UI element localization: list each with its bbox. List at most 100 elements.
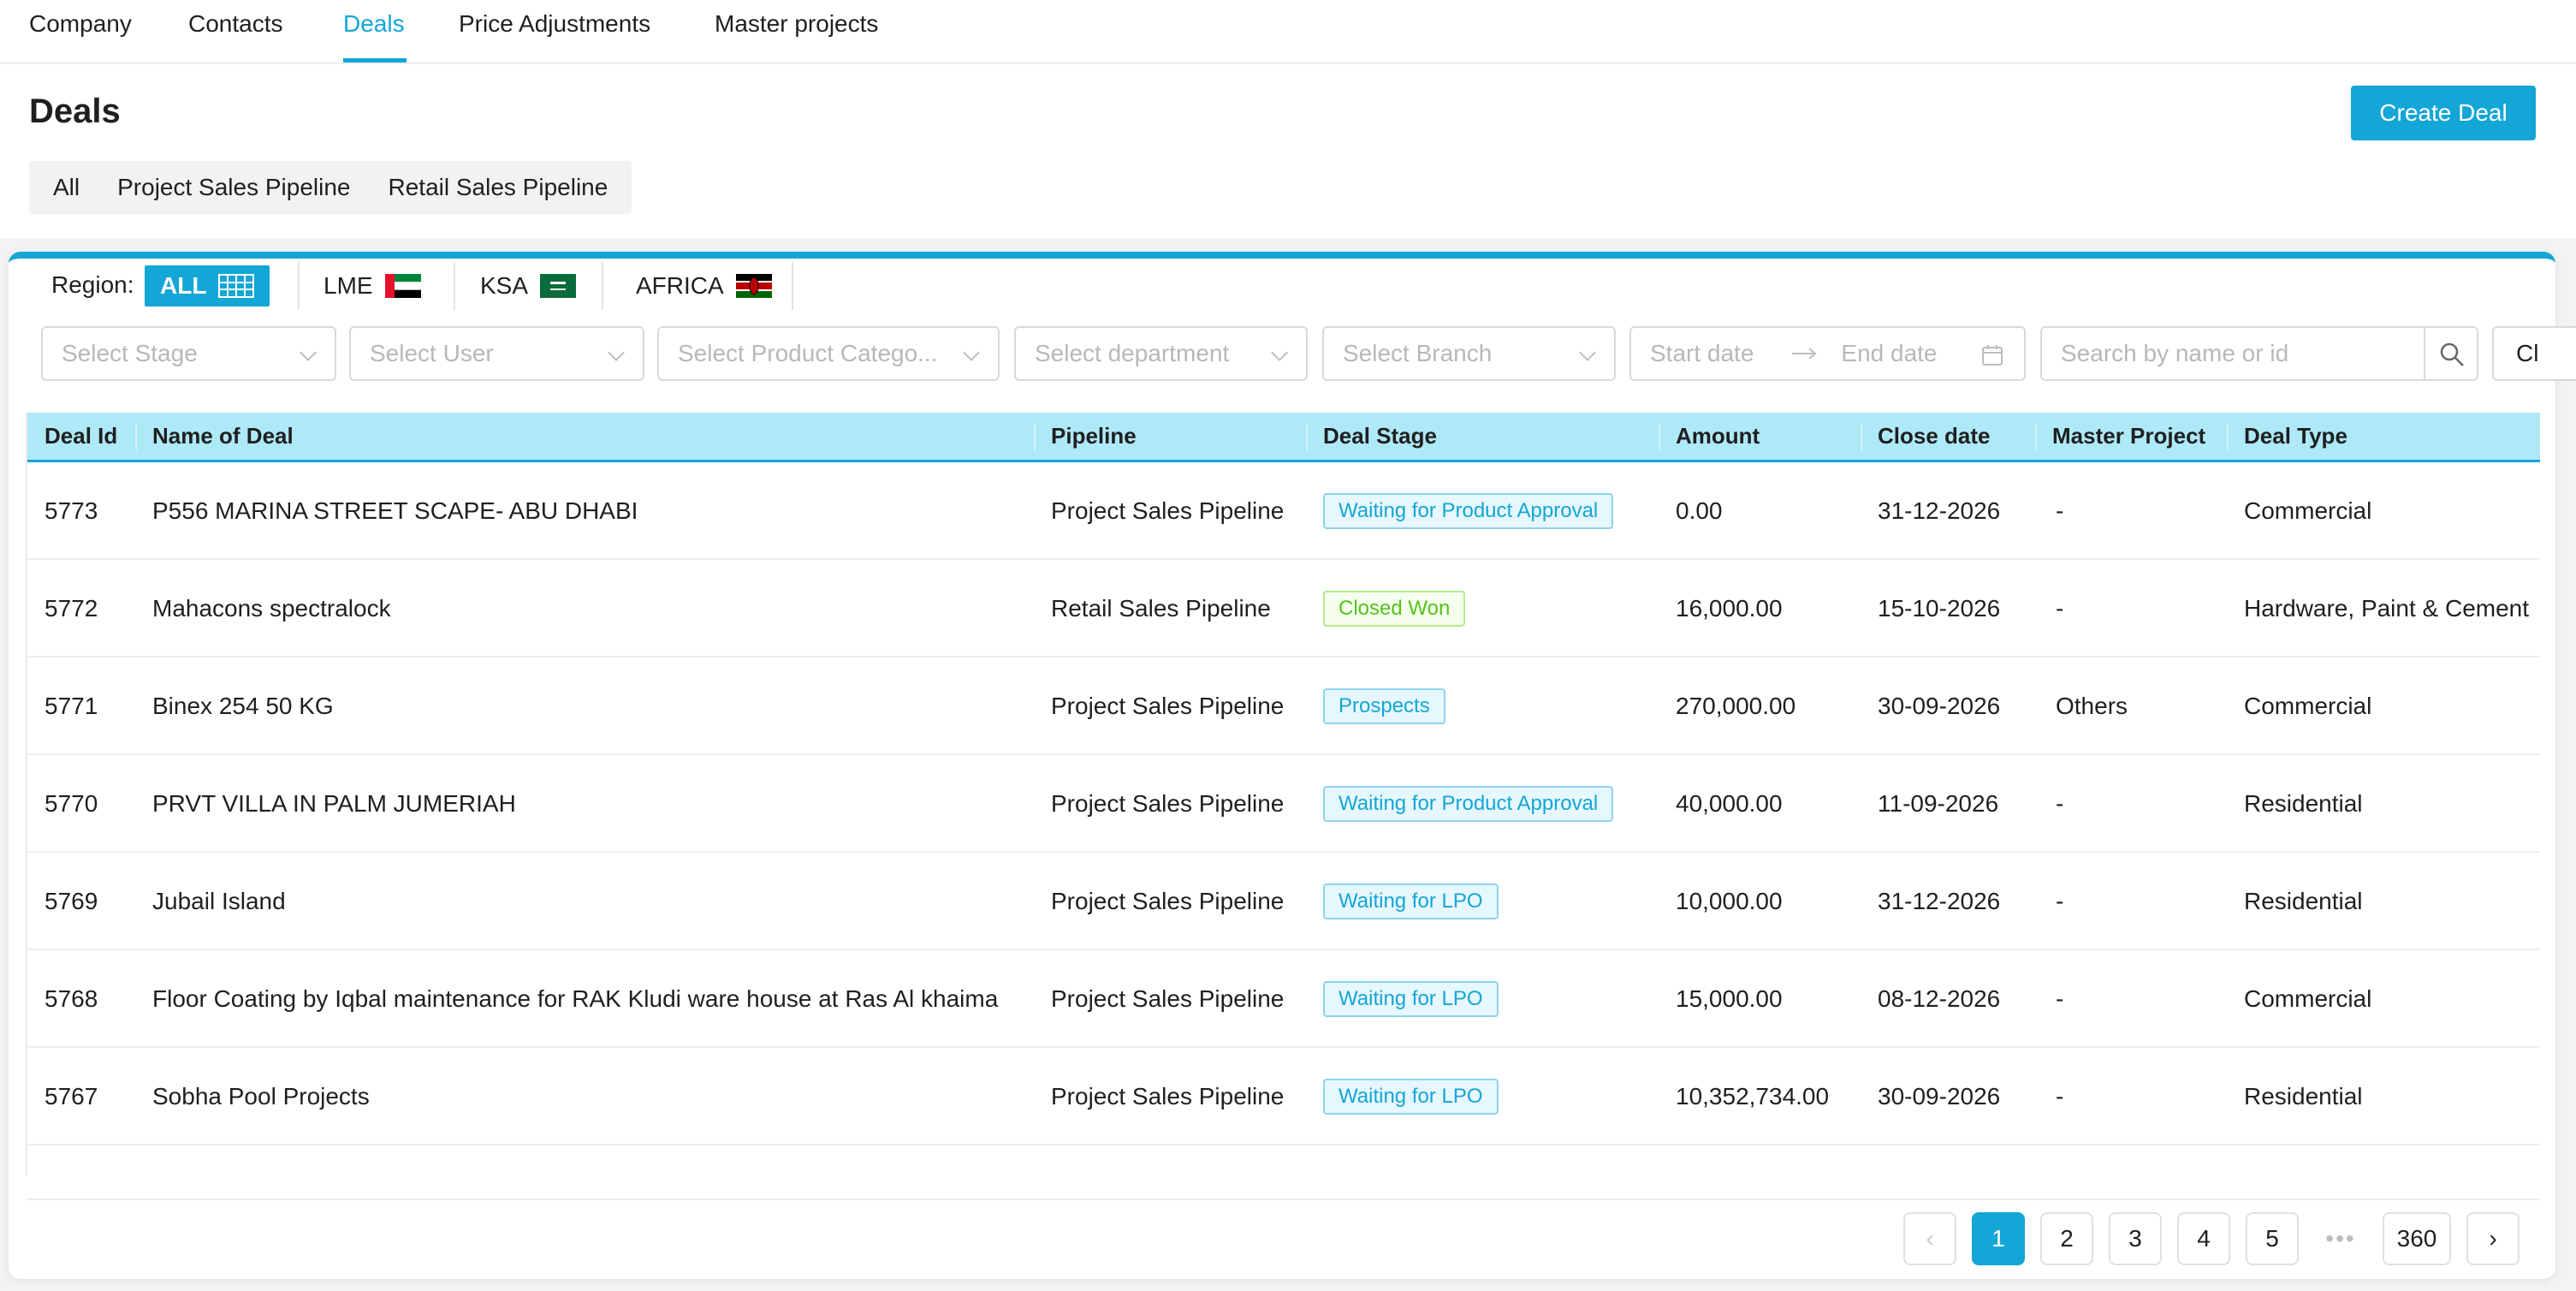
pagination-ellipsis[interactable]: ••• [2314, 1212, 2367, 1265]
deal-type-cell: Hardware, Paint & Cement [2244, 595, 2530, 622]
table-row[interactable]: 5772 Mahacons spectralock Retail Sales P… [27, 560, 2540, 657]
pipeline-project-sales[interactable]: Project Sales Pipeline [98, 161, 369, 214]
chevron-down-icon [608, 344, 625, 361]
deal-type-cell: Residential [2244, 888, 2363, 914]
amount-cell: 0.00 [1676, 497, 1723, 524]
close-date-cell: 11-09-2026 [1878, 790, 1999, 817]
close-date-cell: 31-12-2026 [1878, 888, 2001, 914]
date-range-picker[interactable]: Start date End date [1629, 326, 2026, 381]
chevron-down-icon [300, 344, 317, 361]
previous-page-button[interactable]: ‹ [1903, 1212, 1956, 1265]
pipeline-cell: Project Sales Pipeline [1051, 888, 1285, 914]
column-header-deal-id[interactable]: Deal Id [45, 413, 117, 460]
stage-select[interactable]: Select Stage [41, 326, 336, 381]
region-ksa-button[interactable]: KSA [480, 265, 577, 306]
page-5-button[interactable]: 5 [2246, 1212, 2299, 1265]
deal-type-cell: Residential [2244, 790, 2363, 817]
table-row[interactable]: 5768 Floor Coating by Iqbal maintenance … [27, 950, 2540, 1048]
table-row[interactable]: 5769 Jubail Island Project Sales Pipelin… [27, 853, 2540, 950]
region-all-label: ALL [160, 272, 207, 299]
close-date-cell: 15-10-2026 [1878, 595, 2001, 622]
tab-contacts[interactable]: Contacts [188, 10, 283, 38]
pipeline-cell: Project Sales Pipeline [1051, 693, 1285, 719]
column-divider [1034, 423, 1036, 450]
region-divider [602, 262, 603, 310]
active-tab-indicator [343, 58, 407, 62]
tab-deals[interactable]: Deals [343, 10, 405, 38]
tab-price-adjustments[interactable]: Price Adjustments [459, 10, 650, 38]
region-lme-label: LME [323, 272, 373, 299]
page-1-button[interactable]: 1 [1972, 1212, 2025, 1265]
column-header-name[interactable]: Name of Deal [152, 413, 294, 460]
pipeline-all[interactable]: All [34, 161, 98, 214]
column-header-pipeline[interactable]: Pipeline [1051, 413, 1137, 460]
region-label: Region: [51, 271, 134, 298]
page-3-button[interactable]: 3 [2109, 1212, 2162, 1265]
master-project-cell: - [2056, 497, 2064, 524]
uae-flag-icon [384, 274, 421, 298]
close-date-cell: 30-09-2026 [1878, 693, 2001, 719]
tab-company[interactable]: Company [29, 10, 132, 38]
table-row[interactable]: 5770 PRVT VILLA IN PALM JUMERIAH Project… [27, 755, 2540, 853]
tab-master-projects[interactable]: Master projects [715, 10, 878, 38]
close-date-cell: 30-09-2026 [1878, 1083, 2001, 1110]
page-2-button[interactable]: 2 [2040, 1212, 2093, 1265]
user-select[interactable]: Select User [349, 326, 644, 381]
search-input[interactable]: Search by name or id [2040, 326, 2427, 381]
region-divider [792, 262, 793, 310]
region-all-button[interactable]: ALL [145, 265, 270, 306]
deal-id-cell: 5768 [45, 985, 98, 1012]
deal-type-cell: Residential [2244, 1083, 2363, 1110]
table-row[interactable]: 5767 Sobha Pool Projects Project Sales P… [27, 1048, 2540, 1145]
deal-name-cell[interactable]: PRVT VILLA IN PALM JUMERIAH [152, 755, 516, 853]
next-page-button[interactable]: › [2466, 1212, 2520, 1265]
deal-stage-tag: Waiting for LPO [1323, 981, 1499, 1017]
deal-name-cell[interactable]: P556 MARINA STREET SCAPE- ABU DHABI [152, 462, 638, 560]
product-category-select[interactable]: Select Product Catego... [657, 326, 1000, 381]
column-header-close-date[interactable]: Close date [1878, 413, 1991, 460]
deal-stage-tag: Waiting for LPO [1323, 883, 1499, 919]
region-africa-button[interactable]: AFRICA [636, 265, 772, 306]
branch-select-placeholder: Select Branch [1343, 340, 1493, 366]
deal-name-cell[interactable]: Mahacons spectralock [152, 560, 391, 657]
master-project-cell: Others [2056, 693, 2128, 719]
region-lme-button[interactable]: LME [323, 265, 421, 306]
column-divider [2035, 423, 2037, 450]
start-date-input[interactable]: Start date [1650, 340, 1754, 367]
region-ksa-label: KSA [480, 272, 529, 299]
product-category-placeholder: Select Product Catego... [678, 340, 938, 366]
pipeline-retail-sales[interactable]: Retail Sales Pipeline [370, 161, 627, 214]
master-project-cell: - [2056, 985, 2064, 1012]
pipeline-cell: Project Sales Pipeline [1051, 790, 1285, 817]
deal-id-cell: 5769 [45, 888, 98, 914]
search-button[interactable] [2424, 326, 2478, 381]
department-select[interactable]: Select department [1014, 326, 1308, 381]
pipeline-cell: Retail Sales Pipeline [1051, 595, 1271, 622]
column-header-amount[interactable]: Amount [1676, 413, 1760, 460]
master-project-cell: - [2056, 790, 2064, 817]
deal-name-cell[interactable]: Floor Coating by Iqbal maintenance for R… [152, 950, 998, 1048]
end-date-input[interactable]: End date [1841, 340, 1937, 367]
clear-filters-button[interactable]: Cl [2492, 326, 2576, 381]
deal-name-cell[interactable]: Jubail Island [152, 853, 286, 950]
user-select-placeholder: Select User [370, 340, 494, 366]
deal-name-cell[interactable]: Sobha Pool Projects [152, 1048, 370, 1145]
branch-select[interactable]: Select Branch [1322, 326, 1616, 381]
amount-cell: 270,000.00 [1676, 693, 1796, 719]
create-deal-button[interactable]: Create Deal [2351, 86, 2536, 140]
column-divider [1861, 423, 1862, 450]
table-row[interactable]: 5773 P556 MARINA STREET SCAPE- ABU DHABI… [27, 462, 2540, 560]
amount-cell: 15,000.00 [1676, 985, 1783, 1012]
column-header-deal-stage[interactable]: Deal Stage [1323, 413, 1437, 460]
pipeline-cell: Project Sales Pipeline [1051, 985, 1285, 1012]
column-header-master-project[interactable]: Master Project [2052, 413, 2205, 460]
column-header-deal-type[interactable]: Deal Type [2244, 413, 2347, 460]
chevron-down-icon [1271, 344, 1288, 361]
deal-id-cell: 5773 [45, 497, 98, 524]
table-row[interactable]: 5771 Binex 254 50 KG Project Sales Pipel… [27, 657, 2540, 755]
page-4-button[interactable]: 4 [2177, 1212, 2230, 1265]
column-divider [2227, 423, 2229, 450]
last-page-button[interactable]: 360 [2383, 1212, 2451, 1265]
deal-name-cell[interactable]: Binex 254 50 KG [152, 657, 334, 755]
chevron-down-icon [1579, 344, 1596, 361]
